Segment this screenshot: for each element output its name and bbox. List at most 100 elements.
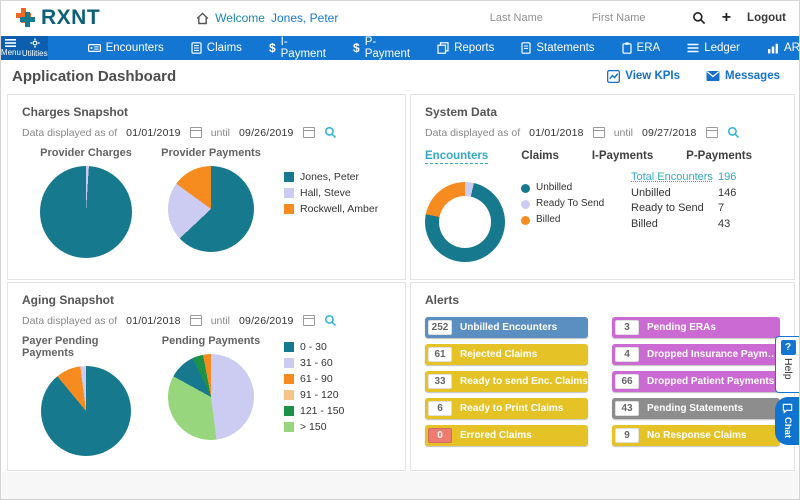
alert-badge[interactable]: 0 Errored Claims xyxy=(425,425,588,446)
nav-menu-label: Menu xyxy=(0,48,21,57)
era-icon xyxy=(621,42,632,54)
nav-item-claims[interactable]: Claims xyxy=(191,42,242,54)
legend-item: Hall, Steve xyxy=(284,185,378,201)
legend-label: Billed xyxy=(536,214,561,225)
legend-swatch xyxy=(284,358,294,368)
legend-label: 61 - 90 xyxy=(300,373,333,385)
chat-tab[interactable]: Chat xyxy=(775,397,800,445)
menu-icon xyxy=(5,39,17,47)
nav-item-era[interactable]: ERA xyxy=(621,42,660,54)
legend-label: Ready To Send xyxy=(536,198,605,209)
nav-item-statements[interactable]: Statements xyxy=(521,42,595,54)
legend-swatch xyxy=(521,199,530,209)
chart-title: Provider Charges xyxy=(40,147,132,159)
provider-payments-pie[interactable] xyxy=(168,166,254,252)
nav-item-label: Reports xyxy=(454,42,495,54)
alert-count: 66 xyxy=(615,374,639,389)
legend-label: 0 - 30 xyxy=(300,341,327,353)
ledger-icon xyxy=(687,43,699,53)
calendar-icon[interactable] xyxy=(705,127,718,138)
to-date-field[interactable]: 09/27/2018 xyxy=(642,127,697,139)
system-tab-p-payments[interactable]: P-Payments xyxy=(686,150,752,164)
alert-count: 6 xyxy=(428,401,452,416)
home-icon[interactable] xyxy=(196,11,209,25)
alert-badge[interactable]: 43 Pending Statements xyxy=(612,398,780,419)
alert-badge[interactable]: 252 Unbilled Encounters xyxy=(425,317,588,338)
calendar-icon[interactable] xyxy=(302,127,315,138)
nav-item-ar[interactable]: AR xyxy=(767,42,800,54)
calendar-icon[interactable] xyxy=(189,127,202,138)
nav-item-reports[interactable]: Reports xyxy=(437,42,494,54)
ar-chart-icon xyxy=(768,43,779,53)
alert-badge[interactable]: 9 No Response Claims xyxy=(612,425,780,446)
rxnt-plus-icon xyxy=(16,8,35,27)
system-data-panel: System Data Data displayed as of 01/01/2… xyxy=(410,94,795,280)
nav-menu[interactable]: Menu xyxy=(0,36,22,60)
legend-label: > 150 xyxy=(300,421,327,433)
search-icon[interactable] xyxy=(324,314,337,327)
stat-value: 43 xyxy=(718,217,731,230)
alert-badge[interactable]: 61 Rejected Claims xyxy=(425,344,588,365)
from-date-field[interactable]: 01/01/2018 xyxy=(126,315,181,327)
alert-count: 61 xyxy=(428,347,452,362)
aging-snapshot-panel: Aging Snapshot Data displayed as of 01/0… xyxy=(7,282,406,471)
legend-label: 31 - 60 xyxy=(300,357,333,369)
dollar-icon: $ xyxy=(268,41,276,55)
alert-count: 43 xyxy=(615,401,639,416)
system-tab-claims[interactable]: Claims xyxy=(521,150,559,164)
from-date-field[interactable]: 01/01/2019 xyxy=(126,127,181,139)
alert-count: 9 xyxy=(615,428,639,443)
alert-label: Dropped Patient Payments xyxy=(647,376,775,387)
view-kpis-label: View KPIs xyxy=(625,70,681,82)
nav-item-p-payment[interactable]: $ P-Payment xyxy=(353,36,410,60)
title-row: Application Dashboard View KPIs Messages xyxy=(0,60,800,92)
calendar-icon[interactable] xyxy=(302,315,315,326)
stat-row: Ready to Send 7 xyxy=(631,201,780,217)
alert-label: Ready to Print Claims xyxy=(460,403,564,414)
from-date-field[interactable]: 01/01/2018 xyxy=(529,127,584,139)
encounters-donut[interactable] xyxy=(425,182,505,262)
stat-label[interactable]: Total Encounters xyxy=(631,170,718,186)
search-icon[interactable] xyxy=(727,126,740,139)
alert-badge[interactable]: 4 Dropped Insurance Payments xyxy=(612,344,780,365)
nav-item-i-payment[interactable]: $ I-Payment xyxy=(269,36,326,60)
logout-button[interactable]: Logout xyxy=(747,12,786,24)
legend-label: Jones, Peter xyxy=(300,171,359,183)
system-tab-encounters[interactable]: Encounters xyxy=(425,150,489,164)
alert-badge[interactable]: 3 Pending ERAs xyxy=(612,317,780,338)
pending-payments-pie[interactable] xyxy=(168,354,254,440)
last-name-input[interactable] xyxy=(487,11,574,25)
stat-row: Unbilled 146 xyxy=(631,186,780,202)
add-icon[interactable]: + xyxy=(722,10,731,26)
system-tab-i-payments[interactable]: I-Payments xyxy=(592,150,653,164)
pending-payments-chart: Pending Payments xyxy=(150,335,272,456)
to-date-field[interactable]: 09/26/2019 xyxy=(239,315,294,327)
payer-pending-pie[interactable] xyxy=(41,366,131,456)
nav-utilities[interactable]: Utilities xyxy=(21,36,48,60)
envelope-icon xyxy=(706,70,720,82)
chart-title: Pending Payments xyxy=(161,335,261,347)
calendar-icon[interactable] xyxy=(189,315,202,326)
alert-badge[interactable]: 33 Ready to send Enc. Claims xyxy=(425,371,588,392)
search-icon[interactable] xyxy=(692,11,706,25)
calendar-icon[interactable] xyxy=(592,127,605,138)
claims-icon xyxy=(191,42,202,54)
nav-item-ledger[interactable]: Ledger xyxy=(687,42,740,54)
bottom-strip xyxy=(0,472,800,500)
view-kpis-button[interactable]: View KPIs xyxy=(607,69,681,83)
search-icon[interactable] xyxy=(324,126,337,139)
first-name-input[interactable] xyxy=(589,11,676,25)
date-label: Data displayed as of xyxy=(22,314,118,327)
help-tab[interactable]: ? Help xyxy=(775,336,800,393)
app-header: RXNT Welcome Jones, Peter + Logout xyxy=(0,0,800,36)
current-user-name[interactable]: Jones, Peter xyxy=(271,11,338,25)
legend-swatch xyxy=(284,422,294,432)
panel-title: Alerts xyxy=(425,293,460,307)
messages-button[interactable]: Messages xyxy=(706,70,780,82)
nav-item-encounters[interactable]: Encounters xyxy=(87,42,164,54)
alert-badge[interactable]: 66 Dropped Patient Payments xyxy=(612,371,780,392)
to-date-field[interactable]: 09/26/2019 xyxy=(239,127,294,139)
provider-charges-pie[interactable] xyxy=(40,166,132,258)
nav-item-label: AR xyxy=(784,42,800,54)
alert-badge[interactable]: 6 Ready to Print Claims xyxy=(425,398,588,419)
